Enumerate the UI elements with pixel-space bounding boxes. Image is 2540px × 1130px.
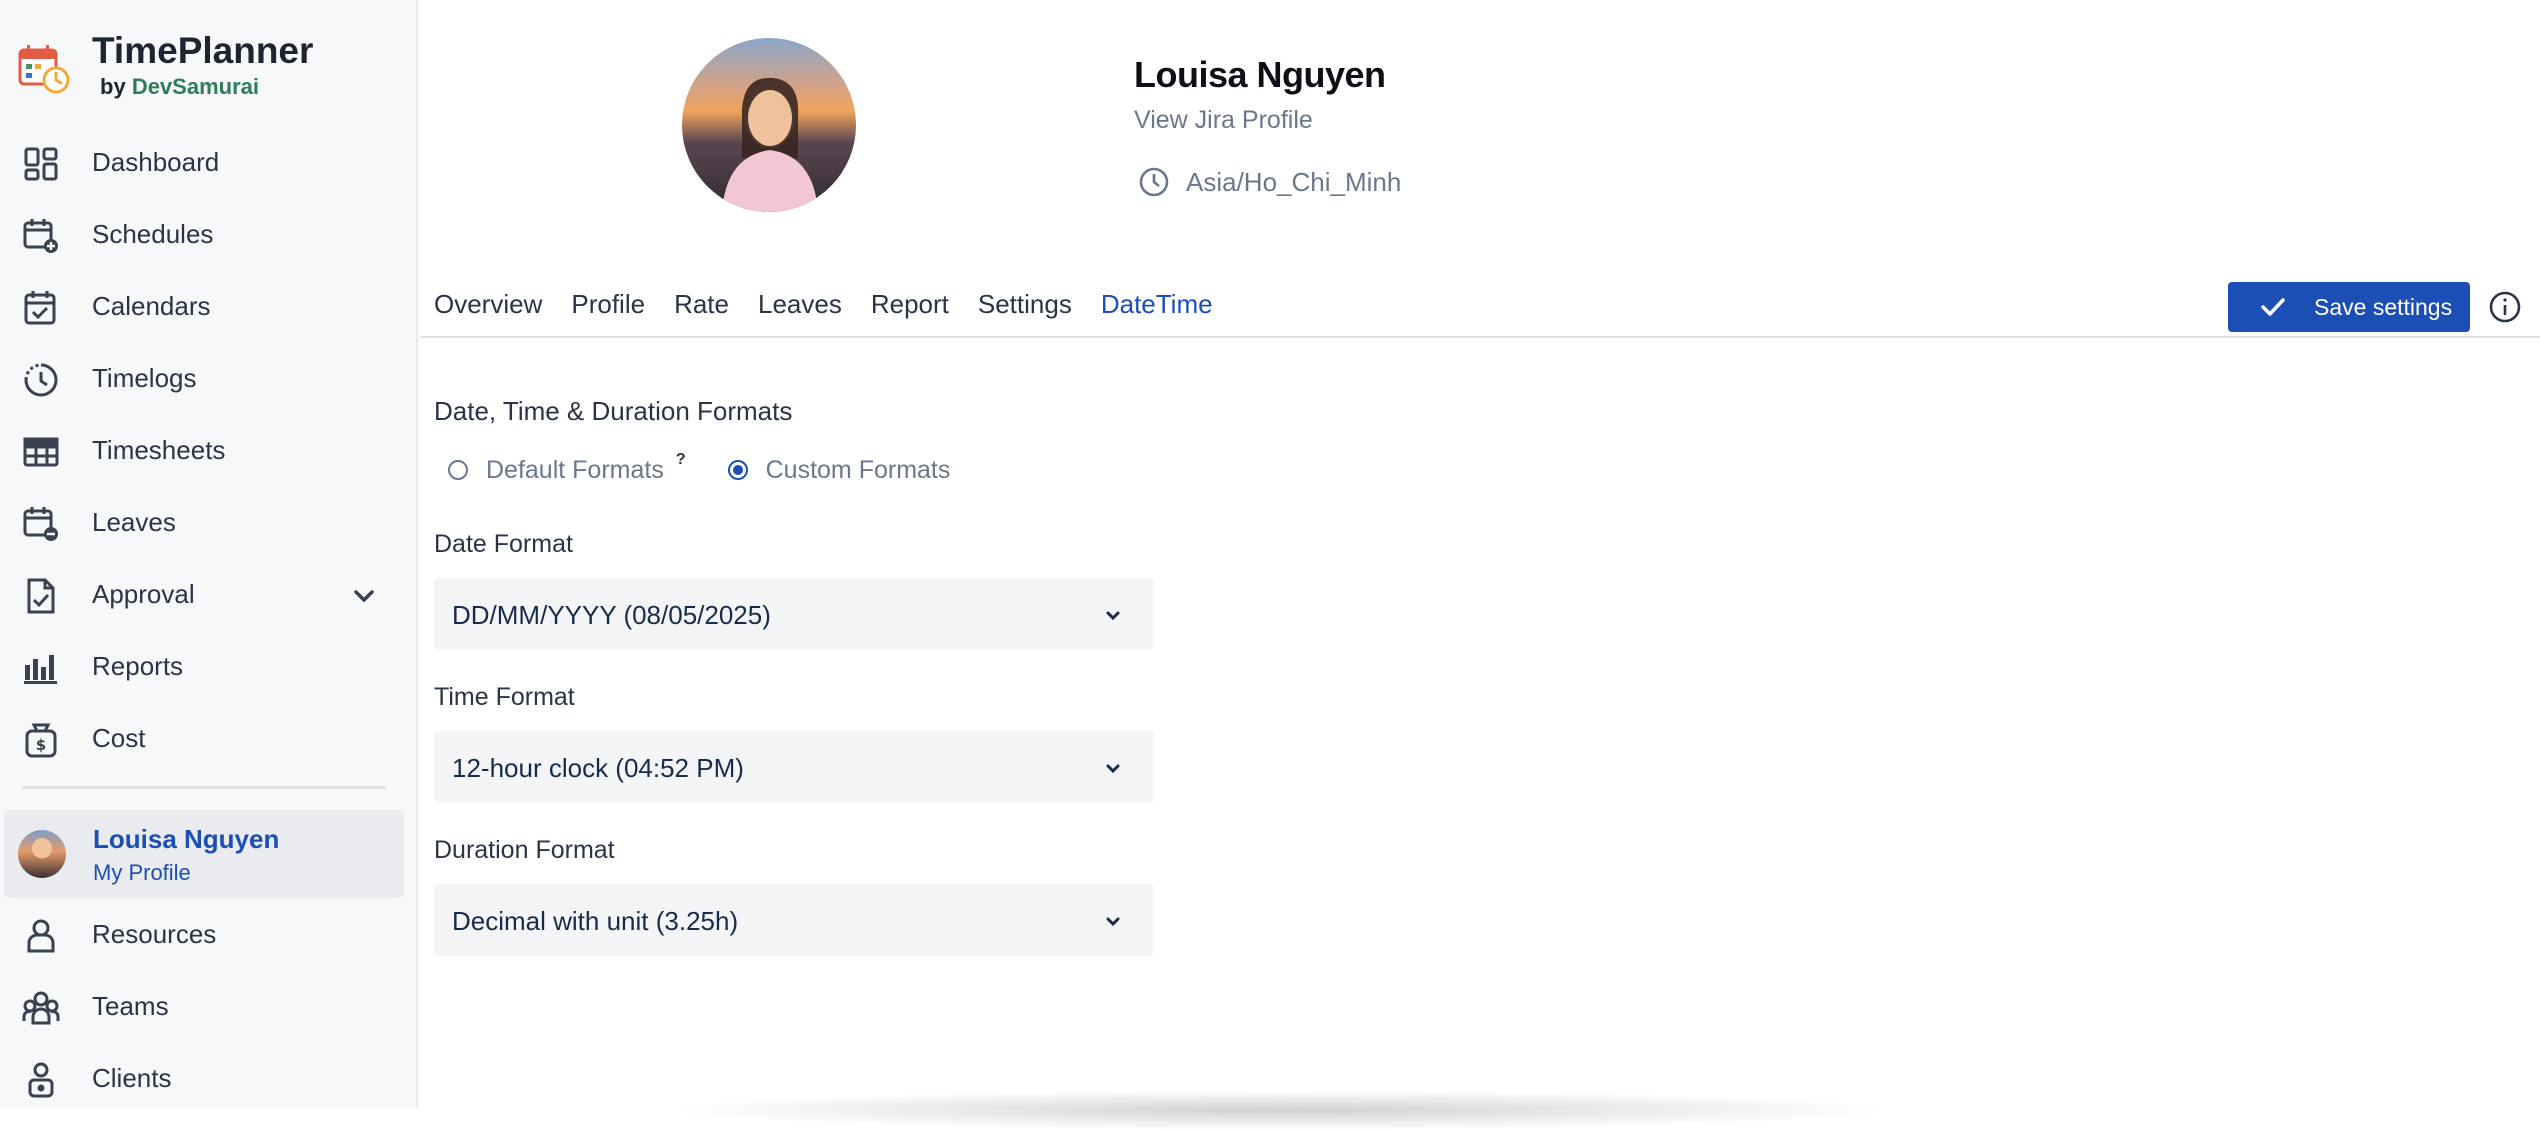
timeplanner-logo-icon bbox=[18, 45, 70, 94]
info-icon[interactable] bbox=[2488, 290, 2522, 324]
svg-text:$: $ bbox=[36, 736, 46, 754]
sidebar-item-dashboard[interactable]: Dashboard bbox=[0, 132, 418, 192]
chevron-down-icon bbox=[1106, 917, 1120, 927]
date-format-select[interactable]: DD/MM/YYYY (08/05/2025) bbox=[434, 578, 1154, 650]
clock-icon bbox=[1139, 167, 1169, 197]
tab-overview[interactable]: Overview bbox=[434, 284, 542, 334]
dashboard-icon bbox=[24, 147, 58, 181]
bar-chart-icon bbox=[24, 655, 57, 684]
timezone-text: Asia/Ho_Chi_Minh bbox=[1186, 166, 1402, 197]
sidebar-item-label: Resources bbox=[92, 918, 217, 949]
tab-settings[interactable]: Settings bbox=[978, 284, 1072, 334]
sidebar-item-clients[interactable]: Clients bbox=[0, 1048, 418, 1108]
tabs-divider bbox=[420, 336, 2540, 338]
person-icon bbox=[27, 919, 55, 953]
duration-format-select[interactable]: Decimal with unit (3.25h) bbox=[434, 884, 1154, 956]
team-icon bbox=[22, 991, 60, 1025]
help-icon[interactable]: ? bbox=[676, 451, 686, 469]
profile-photo-icon bbox=[722, 77, 818, 212]
calendar-minus-icon bbox=[23, 507, 58, 541]
sidebar-divider bbox=[22, 786, 386, 789]
client-lock-icon bbox=[28, 1062, 54, 1098]
date-format-value: DD/MM/YYYY (08/05/2025) bbox=[452, 600, 771, 630]
sidebar-item-resources[interactable]: Resources bbox=[0, 904, 418, 964]
view-jira-profile-link[interactable]: View Jira Profile bbox=[1134, 106, 1313, 135]
chevron-down-icon bbox=[1106, 611, 1120, 621]
check-icon bbox=[2261, 298, 2285, 316]
sidebar-item-label: Teams bbox=[92, 990, 169, 1021]
sidebar-item-label: Timesheets bbox=[92, 434, 226, 465]
tab-rate[interactable]: Rate bbox=[674, 284, 729, 334]
sidebar-item-schedules[interactable]: Schedules bbox=[0, 204, 418, 264]
clock-history-icon bbox=[24, 363, 58, 397]
chevron-down-icon[interactable] bbox=[350, 582, 378, 610]
file-check-icon bbox=[27, 578, 55, 614]
duration-format-label: Duration Format bbox=[434, 836, 615, 864]
sidebar-item-label: Cost bbox=[92, 722, 146, 753]
brand-byline: by DevSamurai bbox=[100, 74, 259, 100]
sidebar-item-calendars[interactable]: Calendars bbox=[0, 276, 418, 336]
sidebar-item-label: Reports bbox=[92, 650, 184, 681]
sidebar-item-label: Calendars bbox=[92, 290, 211, 321]
default-formats-label[interactable]: Default Formats bbox=[486, 456, 664, 485]
sidebar-item-label: Timelogs bbox=[92, 362, 197, 393]
chevron-down-icon bbox=[1106, 764, 1120, 774]
sidebar-item-my-profile[interactable]: Louisa Nguyen My Profile bbox=[4, 810, 404, 898]
date-format-label: Date Format bbox=[434, 530, 573, 558]
table-icon bbox=[23, 437, 59, 467]
custom-formats-radio[interactable] bbox=[727, 460, 748, 480]
tab-bar: Overview Profile Rate Leaves Report Sett… bbox=[434, 284, 1242, 334]
tab-profile[interactable]: Profile bbox=[571, 284, 645, 334]
timezone: Asia/Ho_Chi_Minh bbox=[1138, 164, 1401, 200]
brand-name: TimePlanner bbox=[92, 30, 314, 71]
sidebar-item-label: Leaves bbox=[92, 506, 176, 537]
sidebar-item-approval[interactable]: Approval bbox=[0, 564, 418, 624]
tab-datetime[interactable]: DateTime bbox=[1101, 284, 1213, 334]
tab-report[interactable]: Report bbox=[871, 284, 949, 334]
profile-avatar bbox=[682, 38, 856, 212]
profile-subtitle: My Profile bbox=[93, 860, 191, 885]
default-formats-radio[interactable] bbox=[448, 460, 468, 480]
sidebar-item-timesheets[interactable]: Timesheets bbox=[0, 420, 418, 480]
time-format-value: 12-hour clock (04:52 PM) bbox=[452, 753, 744, 783]
time-format-label: Time Format bbox=[434, 683, 575, 711]
sidebar-item-cost[interactable]: $ Cost bbox=[0, 708, 418, 768]
sidebar: TimePlanner by DevSamurai Dashboard Sche… bbox=[0, 0, 418, 1108]
calendar-check-icon bbox=[24, 291, 56, 325]
calendar-plus-icon bbox=[23, 219, 58, 253]
brand[interactable]: TimePlanner by DevSamurai bbox=[18, 30, 398, 110]
sidebar-item-leaves[interactable]: Leaves bbox=[0, 492, 418, 552]
sidebar-item-label: Approval bbox=[92, 578, 195, 609]
sidebar-item-label: Clients bbox=[92, 1062, 172, 1093]
sidebar-item-label: Schedules bbox=[92, 218, 214, 249]
sidebar-item-label: Dashboard bbox=[92, 146, 220, 177]
tab-leaves[interactable]: Leaves bbox=[758, 284, 842, 334]
sidebar-item-reports[interactable]: Reports bbox=[0, 636, 418, 696]
time-format-select[interactable]: 12-hour clock (04:52 PM) bbox=[434, 731, 1154, 803]
brand-by-label: by bbox=[100, 74, 126, 99]
user-title: Louisa Nguyen bbox=[1134, 54, 1386, 95]
duration-format-value: Decimal with unit (3.25h) bbox=[452, 906, 739, 936]
sidebar-item-timelogs[interactable]: Timelogs bbox=[0, 348, 418, 408]
avatar bbox=[18, 830, 66, 878]
custom-formats-label[interactable]: Custom Formats bbox=[766, 456, 951, 485]
sidebar-item-teams[interactable]: Teams bbox=[0, 976, 418, 1036]
section-title: Date, Time & Duration Formats bbox=[434, 396, 793, 426]
bottom-shadow bbox=[660, 1090, 1900, 1130]
money-bag-icon: $ bbox=[25, 723, 57, 758]
save-settings-button[interactable]: Save settings bbox=[2228, 282, 2470, 332]
save-settings-label: Save settings bbox=[2314, 293, 2453, 320]
format-mode-radio-group: Default Formats ? Custom Formats bbox=[448, 451, 951, 488]
profile-name: Louisa Nguyen bbox=[93, 824, 280, 854]
brand-org: DevSamurai bbox=[131, 74, 259, 99]
